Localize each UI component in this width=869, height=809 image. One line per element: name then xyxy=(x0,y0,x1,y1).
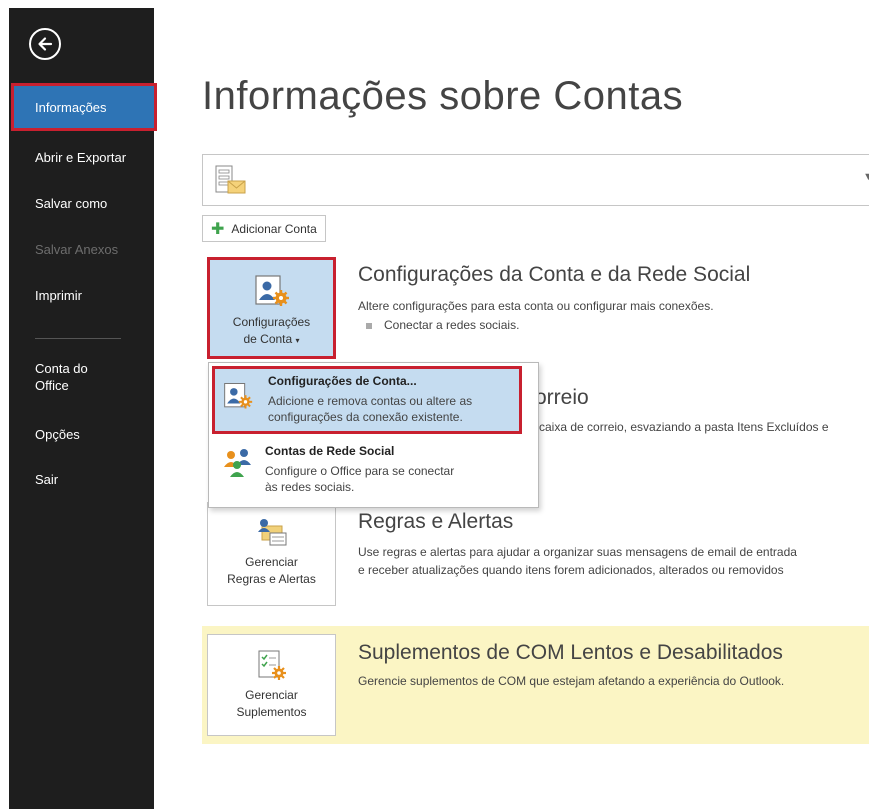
account-settings-icon xyxy=(254,275,289,306)
mailbox-title: orreio xyxy=(535,386,589,409)
nav-item-salvar-como[interactable]: Salvar como xyxy=(9,195,154,212)
nav-item-sair[interactable]: Sair xyxy=(9,471,154,488)
add-account-label: Adicionar Conta xyxy=(231,221,317,236)
account-settings-icon xyxy=(224,382,253,409)
menu-item-title: Configurações de Conta... xyxy=(268,374,417,388)
account-settings-dropdown: Configurações de Conta... Adicione e rem… xyxy=(208,362,539,508)
menu-item-desc-1: Adicione e remova contas ou altere as xyxy=(268,394,473,408)
addins-description: Gerencie suplementos de COM que estejam … xyxy=(358,674,785,688)
nav-item-label: Sair xyxy=(35,472,59,487)
menu-item-social-accounts[interactable]: Contas de Rede Social Configure o Office… xyxy=(212,439,535,503)
menu-item-desc-2: às redes sociais. xyxy=(265,480,355,494)
nav-item-imprimir[interactable]: Imprimir xyxy=(9,287,154,304)
rules-alerts-icon xyxy=(257,519,286,546)
tile-label-line2: Regras e Alertas xyxy=(227,572,316,586)
rules-description-2: e receber atualizações quando itens fore… xyxy=(358,563,784,577)
chevron-down-icon: ▾ xyxy=(295,336,300,345)
rules-description-1: Use regras e alertas para ajudar a organ… xyxy=(358,545,797,559)
mailbox-description: caixa de correio, esvaziando a pasta Ite… xyxy=(539,420,829,434)
page-title: Informações sobre Contas xyxy=(202,74,684,118)
addins-icon xyxy=(258,650,286,680)
bullet-icon xyxy=(366,322,372,329)
tile-label-line1: Gerenciar xyxy=(245,555,298,569)
nav-item-informacoes[interactable]: Informações xyxy=(11,83,157,131)
addins-title: Suplementos de COM Lentos e Desabilitado… xyxy=(358,641,783,664)
nav-item-label: Abrir e Exportar xyxy=(35,150,127,165)
account-settings-description: Altere configurações para esta conta ou … xyxy=(358,299,714,313)
menu-item-account-settings[interactable]: Configurações de Conta... Adicione e rem… xyxy=(212,366,522,434)
manage-addins-button[interactable]: Gerenciar Suplementos xyxy=(207,634,336,736)
nav-item-label: Salvar como xyxy=(35,196,108,211)
menu-item-desc-1: Configure o Office para se conectar xyxy=(265,464,455,478)
social-accounts-icon xyxy=(224,449,251,477)
back-button[interactable] xyxy=(29,28,61,60)
add-account-button[interactable]: ✚ Adicionar Conta xyxy=(202,215,326,242)
menu-item-title: Contas de Rede Social xyxy=(265,444,395,458)
email-account-icon xyxy=(215,165,246,194)
plus-icon: ✚ xyxy=(211,220,225,238)
connect-social-link[interactable]: Conectar a redes sociais. xyxy=(366,318,519,332)
nav-item-abrir-exportar[interactable]: Abrir e Exportar xyxy=(9,149,154,166)
backstage-sidebar: Informações Abrir e Exportar Salvar como… xyxy=(9,8,157,809)
tile-label-line1: Configurações xyxy=(232,315,311,329)
nav-item-label: Informações xyxy=(35,99,107,115)
account-settings-button[interactable]: Configurações de Conta ▾ xyxy=(207,257,336,359)
back-arrow-icon xyxy=(38,37,53,51)
account-settings-title: Configurações da Conta e da Rede Social xyxy=(358,263,751,286)
tile-label-line2: de Conta xyxy=(243,332,293,346)
chevron-down-icon[interactable]: ▼ xyxy=(863,171,869,183)
nav-separator xyxy=(35,338,121,339)
nav-item-label: Conta do Office xyxy=(35,361,88,393)
manage-rules-button[interactable]: Gerenciar Regras e Alertas xyxy=(207,502,336,606)
rules-title: Regras e Alertas xyxy=(358,510,514,533)
tile-label-line1: Gerenciar xyxy=(245,688,298,702)
account-selector[interactable]: ▼ xyxy=(202,154,869,206)
bullet-label: Conectar a redes sociais. xyxy=(384,318,520,332)
nav-item-label: Salvar Anexos xyxy=(35,242,119,257)
nav-item-opcoes[interactable]: Opções xyxy=(9,426,154,443)
menu-item-desc-2: configurações da conexão existente. xyxy=(268,410,463,424)
nav-item-salvar-anexos: Salvar Anexos xyxy=(9,241,154,258)
tile-label-line2: Suplementos xyxy=(236,705,307,719)
nav-item-label: Opções xyxy=(35,427,80,442)
nav-item-label: Imprimir xyxy=(35,288,82,303)
nav-item-conta-office[interactable]: Conta do Office xyxy=(9,360,119,394)
